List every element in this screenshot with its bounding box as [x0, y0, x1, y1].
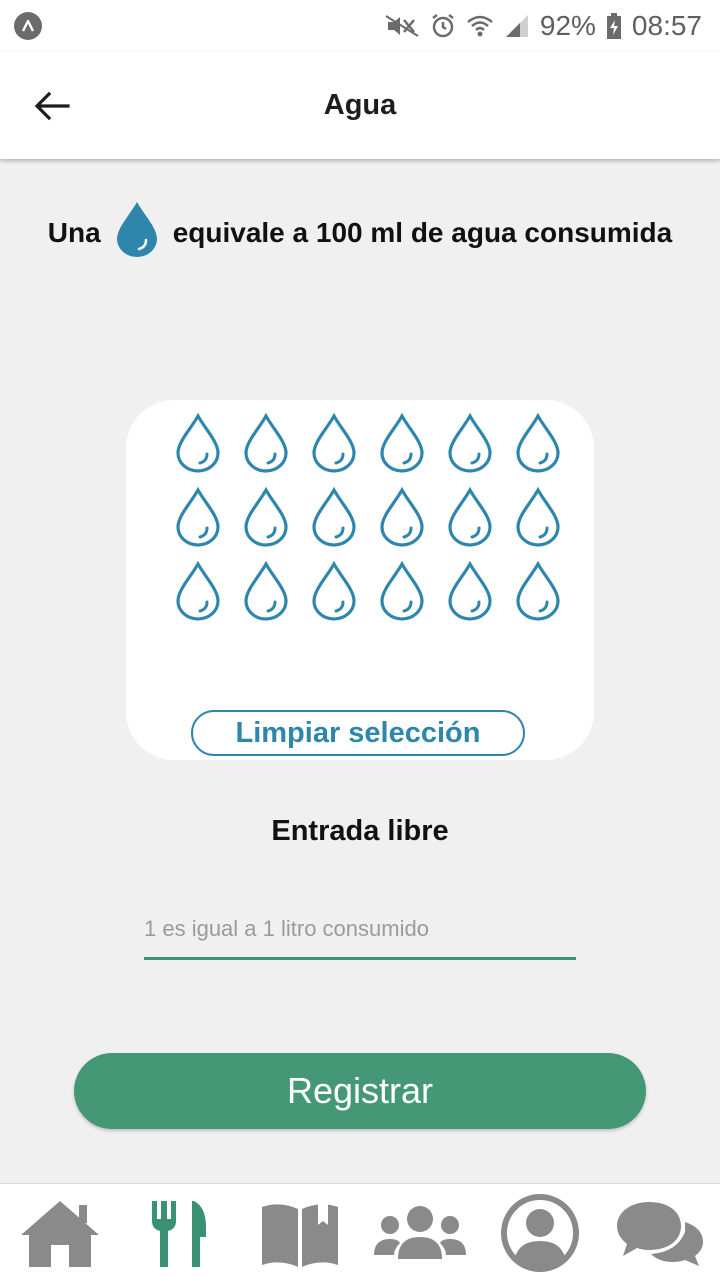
clock-time: 08:57 — [631, 10, 702, 41]
water-drop-outline-icon — [516, 561, 560, 621]
water-drop-button[interactable] — [504, 406, 572, 480]
status-icons: 92% 08:57 — [384, 8, 702, 44]
water-drop-button[interactable] — [164, 406, 232, 480]
page-title: Agua — [323, 89, 397, 121]
info-prefix: Una — [47, 216, 101, 248]
water-drop-button[interactable] — [436, 480, 504, 554]
water-drop-outline-icon — [448, 561, 492, 621]
water-drop-button[interactable] — [368, 480, 436, 554]
water-drop-button[interactable] — [368, 554, 436, 628]
nav-home[interactable] — [10, 1188, 110, 1278]
water-drop-outline-icon — [176, 561, 220, 621]
water-drop-outline-icon — [244, 561, 288, 621]
water-drop-outline-icon — [312, 413, 356, 473]
water-drop-outline-icon — [448, 487, 492, 547]
water-drop-outline-icon — [244, 413, 288, 473]
signal-icon — [504, 13, 530, 39]
utensils-icon — [152, 1200, 206, 1267]
clear-selection-button[interactable]: Limpiar selección — [191, 710, 525, 756]
water-drop-icon — [115, 200, 159, 265]
info-suffix: equivale a 100 ml de agua consumida — [172, 216, 673, 248]
water-drop-outline-icon — [176, 413, 220, 473]
liters-input[interactable] — [144, 900, 576, 960]
users-icon — [374, 1205, 466, 1259]
water-drop-outline-icon — [312, 561, 356, 621]
app-notification-icon — [14, 12, 42, 40]
battery-charging-icon — [606, 12, 622, 40]
water-drop-button[interactable] — [300, 554, 368, 628]
water-drop-outline-icon — [244, 487, 288, 547]
water-drop-outline-icon — [380, 413, 424, 473]
alarm-icon — [430, 13, 456, 39]
water-drop-button[interactable] — [300, 480, 368, 554]
water-drop-button[interactable] — [504, 480, 572, 554]
water-drop-outline-icon — [448, 413, 492, 473]
water-drop-outline-icon — [312, 487, 356, 547]
info-line: Una equivale a 100 ml de agua consumida — [0, 200, 720, 265]
nav-book[interactable] — [250, 1188, 350, 1278]
nav-community[interactable] — [370, 1188, 470, 1278]
drops-card: Limpiar selección — [126, 400, 594, 760]
nav-food[interactable] — [130, 1188, 230, 1278]
water-drop-button[interactable] — [436, 554, 504, 628]
app-bar: Agua — [0, 52, 720, 159]
water-drop-button[interactable] — [504, 554, 572, 628]
water-drop-outline-icon — [380, 561, 424, 621]
water-drop-button[interactable] — [164, 480, 232, 554]
chat-icon — [617, 1201, 703, 1266]
water-drop-outline-icon — [516, 413, 560, 473]
water-drop-button[interactable] — [436, 406, 504, 480]
water-drop-outline-icon — [380, 487, 424, 547]
water-drop-outline-icon — [176, 487, 220, 547]
user-circle-icon — [501, 1193, 579, 1272]
bottom-navigation — [0, 1183, 720, 1281]
water-drop-button[interactable] — [164, 554, 232, 628]
status-bar: 92% 08:57 — [0, 0, 720, 52]
water-drop-button[interactable] — [368, 406, 436, 480]
water-drop-button[interactable] — [232, 406, 300, 480]
water-drop-button[interactable] — [232, 480, 300, 554]
drops-grid — [164, 406, 572, 628]
battery-percentage: 92% — [539, 10, 596, 41]
water-drop-button[interactable] — [300, 406, 368, 480]
nav-profile[interactable] — [490, 1188, 590, 1278]
free-entry-title: Entrada libre — [271, 815, 449, 847]
wifi-icon — [466, 13, 494, 39]
water-drop-outline-icon — [516, 487, 560, 547]
register-button[interactable]: Registrar — [74, 1053, 646, 1129]
nav-chat[interactable] — [610, 1188, 710, 1278]
mute-icon — [384, 14, 420, 38]
water-drop-button[interactable] — [232, 554, 300, 628]
book-icon — [262, 1198, 338, 1267]
home-icon — [21, 1200, 99, 1267]
